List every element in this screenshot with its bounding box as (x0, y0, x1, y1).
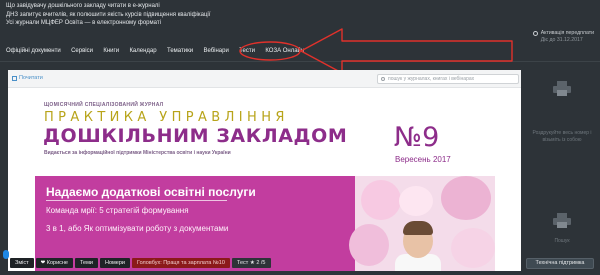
magazine-title-line1: ПРАКТИКА УПРАВЛІННЯ (44, 110, 289, 125)
print-description: Роздрукуйте весь номер і візьміть із соб… (532, 130, 592, 143)
top-link-2[interactable]: ДНЗ запитує вчителів, як полюшити якість… (6, 11, 210, 20)
banner-item-2: 3 в 1, або Як оптимізувати роботу з доку… (46, 224, 229, 233)
nav-item-calendar[interactable]: Календар (124, 48, 162, 54)
issue-number: №9 (394, 122, 440, 153)
printer-icon[interactable] (552, 80, 572, 96)
subscription-until: Діє до 31.12.2017 (540, 37, 583, 43)
nav-item-topics[interactable]: Тематики (162, 48, 198, 54)
tech-support-button[interactable]: Технічна підтримка (526, 258, 594, 269)
account-info: Активація передплати Діє до 31.12.2017 (532, 30, 594, 44)
heart-icon: ❤ (40, 259, 46, 266)
test-button[interactable]: Тест ★ 2 /5 (231, 257, 271, 268)
book-icon (12, 75, 17, 81)
flower-shape (441, 176, 491, 220)
activation-label[interactable]: Активація передплати (541, 30, 594, 37)
printer-icon[interactable] (552, 212, 572, 228)
top-link-1[interactable]: Що завідувачу дошкільного закладу читати… (6, 2, 210, 11)
main-nav: Офіційні документи Сервіси Книги Календа… (0, 44, 600, 58)
flower-shape (349, 224, 389, 266)
issue-date: Вересень 2017 (395, 155, 451, 164)
banner-divider (46, 200, 227, 201)
print-label: Пошук (554, 238, 570, 244)
banner-headline: Надаємо додаткові освітні послуги (46, 185, 256, 199)
issues-button[interactable]: Номери (99, 257, 130, 268)
top-links: Що завідувачу дошкільного закладу читати… (6, 2, 210, 28)
top-link-3[interactable]: Усі журнали МЦФЕР Освіта — в електронном… (6, 19, 210, 28)
viewer-toolbar: Почитати пошук у журналах, книгах і вебі… (8, 70, 521, 88)
bottom-bar: Зміст ❤ Корисне Теми Номери Головбух: Пр… (0, 257, 330, 268)
test-score: 2 /5 (256, 259, 266, 266)
search-input[interactable]: пошук у журналах, книгах і вебінарах (377, 74, 519, 84)
topics-button[interactable]: Теми (75, 257, 98, 268)
flower-shape (399, 186, 433, 216)
nav-item-official-docs[interactable]: Офіційні документи (0, 48, 66, 54)
back-label: Почитати (19, 75, 43, 81)
search-placeholder: пошук у журналах, книгах і вебінарах (388, 76, 475, 82)
flower-shape (361, 180, 401, 220)
magazine-subtitle: ЩОМІСЯЧНИЙ СПЕЦІАЛІЗОВАНИЙ ЖУРНАЛ (44, 102, 164, 108)
star-icon: ★ (249, 259, 255, 266)
magazine-title-line2: ДОШКІЛЬНИМ ЗАКЛАДОМ (43, 125, 348, 147)
search-icon (381, 77, 385, 81)
nav-item-services[interactable]: Сервіси (66, 48, 98, 54)
side-panel: Роздрукуйте весь номер і візьміть із соб… (524, 70, 600, 275)
nav-item-webinars[interactable]: Вебінари (198, 48, 234, 54)
magazine-viewer: Почитати пошук у журналах, книгах і вебі… (8, 70, 521, 271)
cover-photo (349, 176, 495, 271)
contents-button[interactable]: Зміст (10, 257, 34, 268)
activation-row[interactable]: Активація передплати (532, 30, 594, 37)
favorites-button[interactable]: ❤ Корисне (35, 257, 73, 268)
nav-item-books[interactable]: Книги (98, 48, 124, 54)
back-to-reading[interactable]: Почитати (12, 75, 43, 81)
favorites-label: Корисне (46, 259, 68, 266)
test-label: Тест (236, 259, 249, 266)
magazine-cover[interactable]: ЩОМІСЯЧНИЙ СПЕЦІАЛІЗОВАНИЙ ЖУРНАЛ ПРАКТИ… (35, 88, 495, 271)
nav-divider (0, 61, 600, 62)
current-issue-button[interactable]: Головбух: Праця та зарплата №10 (131, 257, 230, 268)
flower-shape (451, 228, 495, 268)
child-hair (403, 221, 433, 235)
nav-item-koza-online[interactable]: КОЗА Онлайн (260, 48, 309, 54)
magazine-support-text: Видається за інформаційної підтримки Мін… (44, 150, 231, 156)
nav-item-tests[interactable]: Тести (234, 48, 260, 54)
banner-item-1: Команда мрії: 5 стратегій формування (46, 206, 189, 215)
key-icon (532, 31, 538, 36)
